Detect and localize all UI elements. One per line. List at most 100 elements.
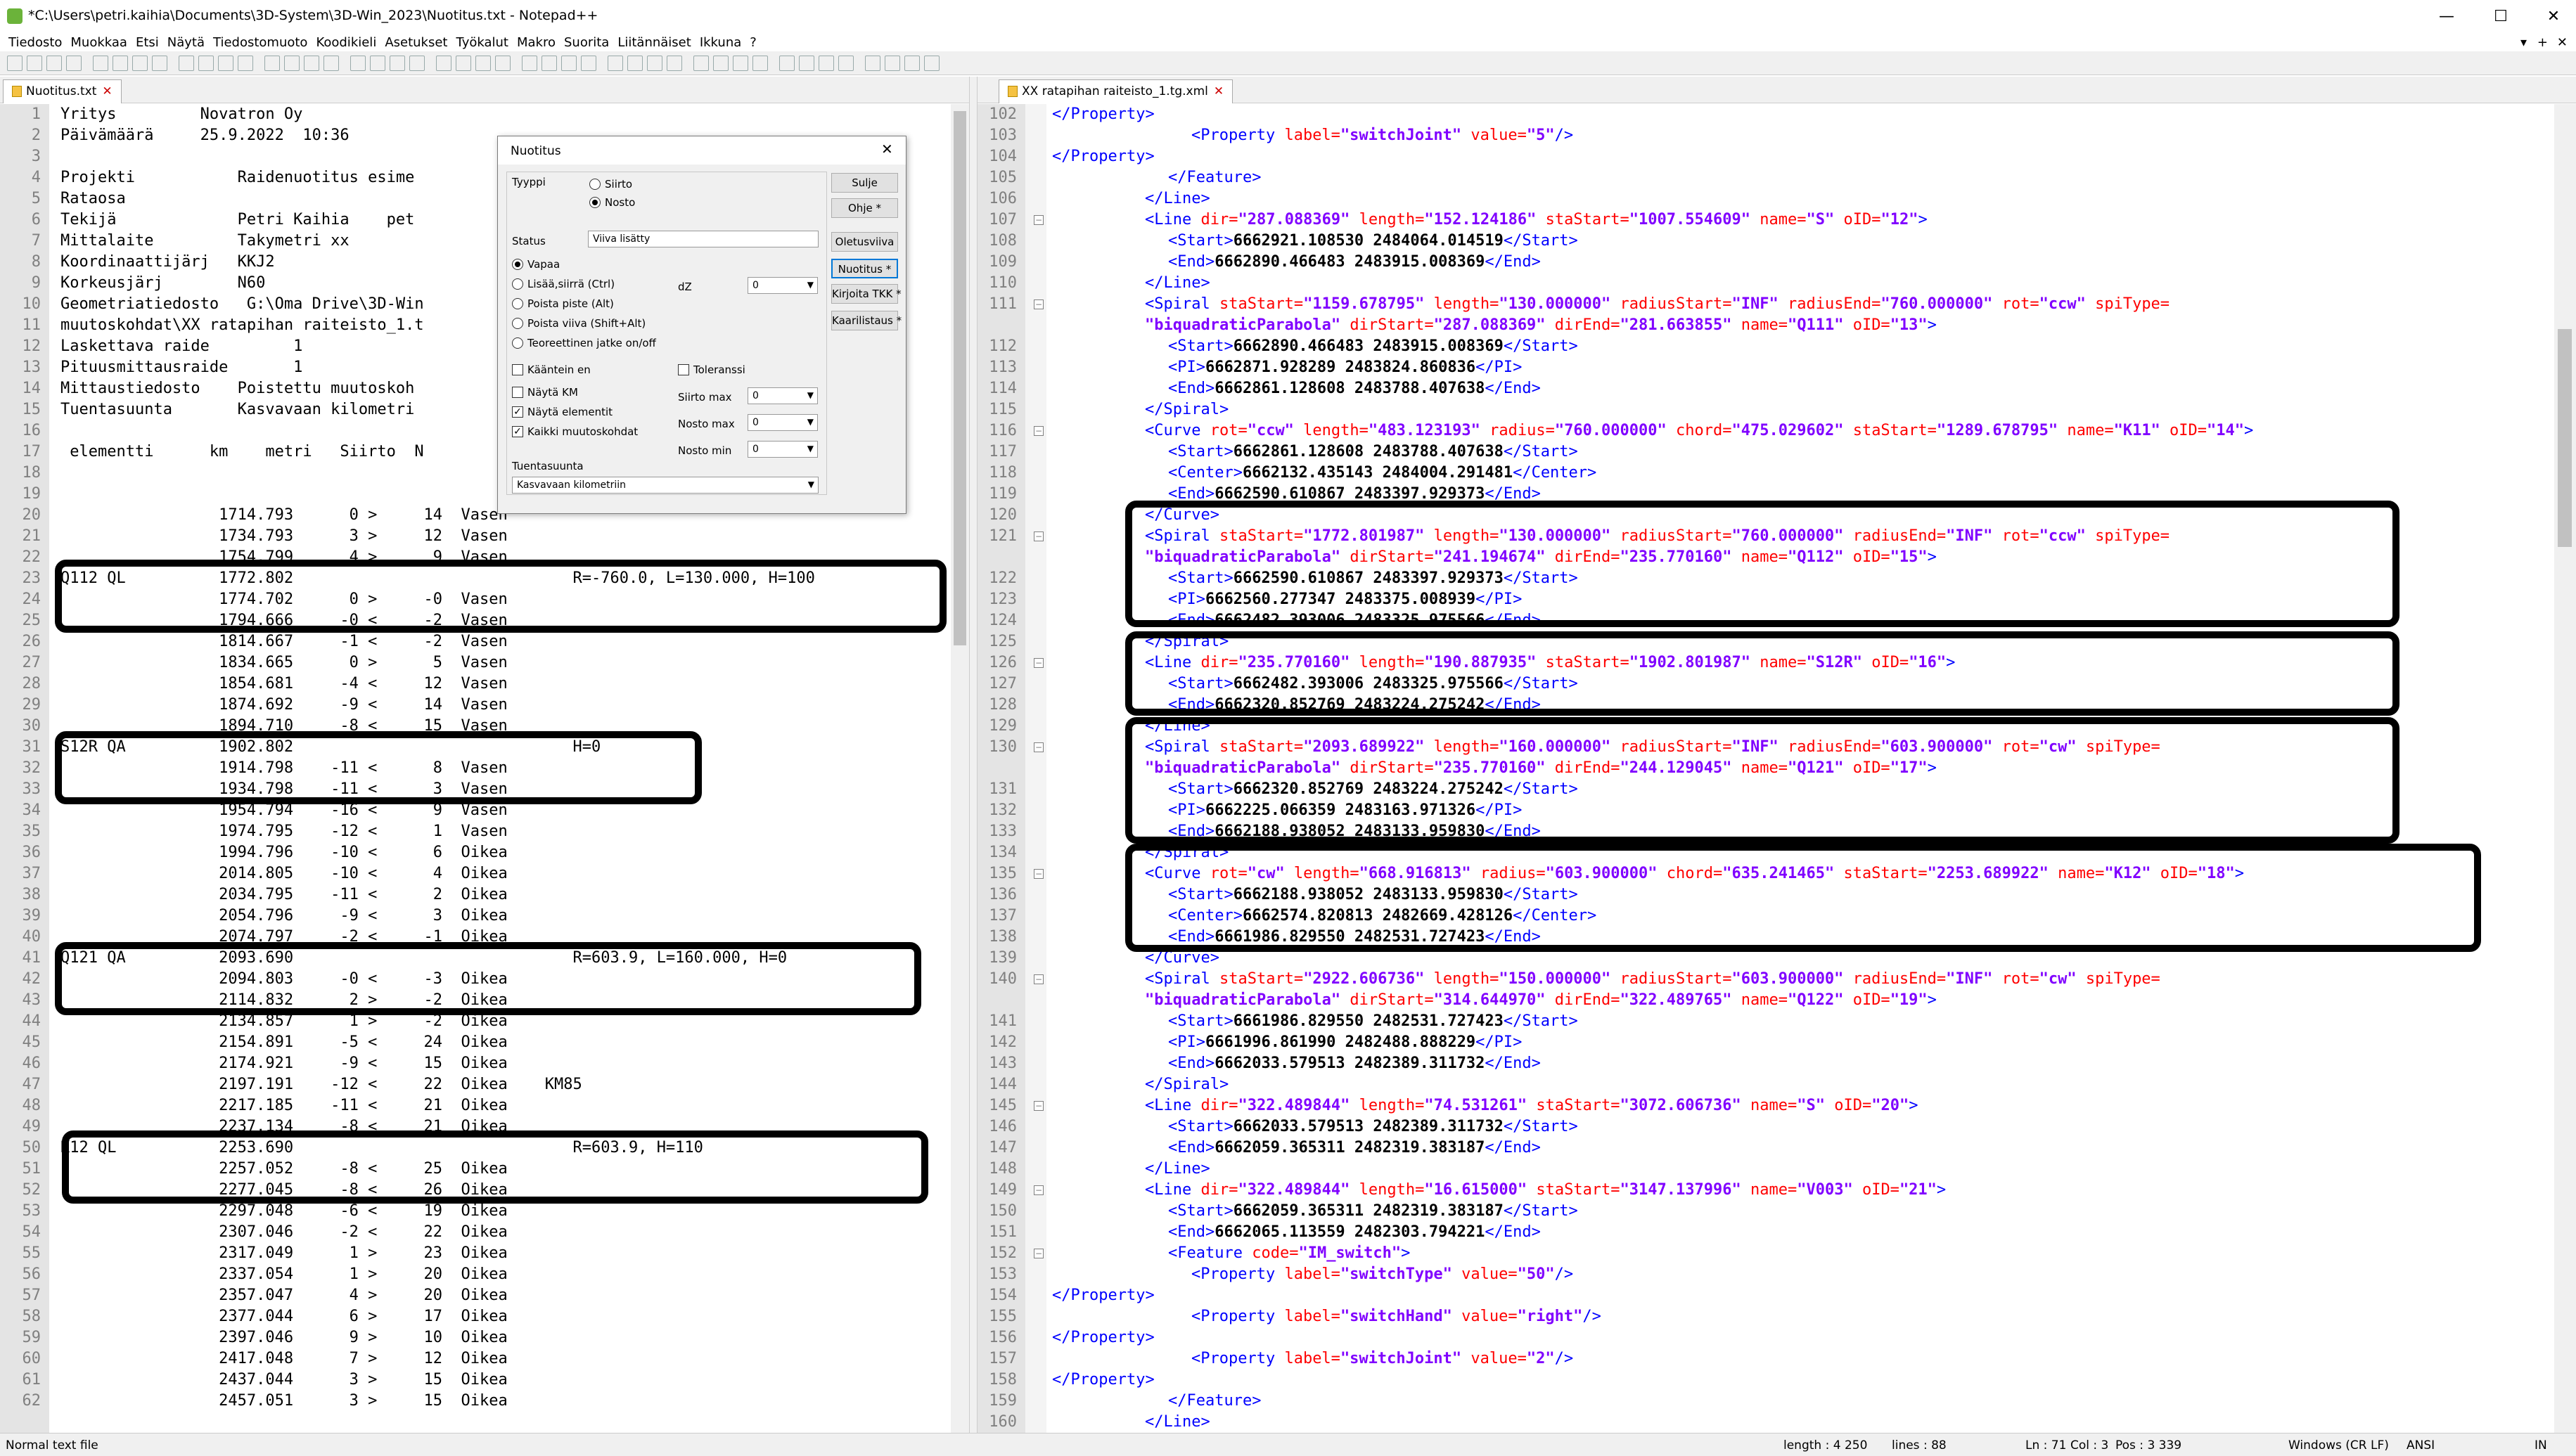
toolbar-button-icon[interactable] bbox=[904, 56, 920, 71]
toolbar-button-icon[interactable] bbox=[456, 56, 471, 71]
left-scrollbar-thumb[interactable] bbox=[954, 111, 966, 645]
nosto-max-select[interactable]: 0 ▼ bbox=[748, 414, 818, 431]
split-divider[interactable] bbox=[969, 77, 978, 1433]
toolbar-button-icon[interactable] bbox=[667, 56, 682, 71]
toolbar-button-icon[interactable] bbox=[495, 56, 511, 71]
checkbox-kaantein-en[interactable] bbox=[512, 364, 523, 375]
toolbar-button-icon[interactable] bbox=[66, 56, 82, 71]
toolbar-button-icon[interactable] bbox=[390, 56, 405, 71]
fold-toggle-icon[interactable]: − bbox=[1034, 974, 1044, 984]
kaarilistaus-button[interactable]: Kaarilistaus * bbox=[831, 311, 902, 330]
dz-select[interactable]: 0 ▼ bbox=[748, 277, 818, 294]
fold-toggle-icon[interactable]: − bbox=[1034, 658, 1044, 668]
toolbar-button-icon[interactable] bbox=[838, 56, 854, 71]
toolbar-button-icon[interactable] bbox=[752, 56, 768, 71]
menu-close-icon[interactable]: ✕ bbox=[2557, 35, 2568, 50]
toolbar-button-icon[interactable] bbox=[264, 56, 280, 71]
menu-new-tab-icon[interactable]: + bbox=[2537, 35, 2548, 50]
toolbar-button-icon[interactable] bbox=[113, 56, 128, 71]
fold-toggle-icon[interactable]: − bbox=[1034, 426, 1044, 436]
ohje-button[interactable]: Ohje * bbox=[831, 198, 898, 218]
toolbar-button-icon[interactable] bbox=[132, 56, 148, 71]
left-scrollbar[interactable] bbox=[951, 104, 969, 1433]
kirjoita-tkk-button[interactable]: Kirjoita TKK * bbox=[831, 284, 902, 304]
toolbar-button-icon[interactable] bbox=[409, 56, 425, 71]
status-field[interactable]: Viiva lisätty bbox=[588, 231, 819, 247]
toolbar-button-icon[interactable] bbox=[693, 56, 709, 71]
menu-ikkuna[interactable]: Ikkuna bbox=[700, 35, 741, 50]
menu-tyokalut[interactable]: Työkalut bbox=[456, 35, 508, 50]
checkbox-kaikki-muutoskohdat[interactable]: ✓ bbox=[512, 426, 523, 437]
fold-toggle-icon[interactable]: − bbox=[1034, 1101, 1044, 1111]
siirto-max-select[interactable]: 0 ▼ bbox=[748, 387, 818, 404]
sulje-button[interactable]: Sulje bbox=[831, 173, 898, 193]
toolbar-button-icon[interactable] bbox=[93, 56, 108, 71]
menu-help[interactable]: ? bbox=[750, 35, 757, 50]
fold-toggle-icon[interactable]: − bbox=[1034, 742, 1044, 752]
menu-pin-icon[interactable]: ▾ bbox=[2520, 35, 2527, 50]
nuotitus-button[interactable]: Nuotitus * bbox=[831, 259, 898, 278]
toolbar-button-icon[interactable] bbox=[581, 56, 596, 71]
menu-etsi[interactable]: Etsi bbox=[136, 35, 159, 50]
right-scrollbar[interactable] bbox=[2554, 104, 2576, 1433]
checkbox-nayta-km[interactable] bbox=[512, 387, 523, 398]
menu-makro[interactable]: Makro bbox=[517, 35, 556, 50]
toolbar-button-icon[interactable] bbox=[542, 56, 557, 71]
tab-nuotitus[interactable]: Nuotitus.txt ✕ bbox=[3, 79, 122, 103]
toolbar-button-icon[interactable] bbox=[627, 56, 643, 71]
toolbar-button-icon[interactable] bbox=[924, 56, 940, 71]
radio-siirto[interactable] bbox=[589, 179, 601, 190]
toolbar-button-icon[interactable] bbox=[46, 56, 62, 71]
toolbar-button-icon[interactable] bbox=[436, 56, 451, 71]
tab-xml[interactable]: XX ratapihan raiteisto_1.tg.xml ✕ bbox=[999, 79, 1233, 103]
fold-toggle-icon[interactable]: − bbox=[1034, 869, 1044, 879]
tuentasuunta-select[interactable]: Kasvavaan kilometriin ▼ bbox=[512, 477, 819, 494]
radio-lisaa[interactable] bbox=[512, 278, 523, 290]
toolbar-button-icon[interactable] bbox=[304, 56, 319, 71]
toolbar-button-icon[interactable] bbox=[819, 56, 834, 71]
oletusviiva-button[interactable]: Oletusviiva bbox=[831, 232, 898, 252]
toolbar-button-icon[interactable] bbox=[522, 56, 537, 71]
close-tab-icon[interactable]: ✕ bbox=[1214, 84, 1224, 98]
nosto-min-select[interactable]: 0 ▼ bbox=[748, 441, 818, 458]
toolbar-button-icon[interactable] bbox=[733, 56, 748, 71]
fold-toggle-icon[interactable]: − bbox=[1034, 1185, 1044, 1195]
toolbar-button-icon[interactable] bbox=[561, 56, 577, 71]
menu-koodikieli[interactable]: Koodikieli bbox=[316, 35, 376, 50]
radio-poista-viiva[interactable] bbox=[512, 318, 523, 329]
menu-asetukset[interactable]: Asetukset bbox=[385, 35, 447, 50]
fold-toggle-icon[interactable]: − bbox=[1034, 299, 1044, 309]
toolbar-button-icon[interactable] bbox=[179, 56, 194, 71]
toolbar-button-icon[interactable] bbox=[323, 56, 339, 71]
toolbar-button-icon[interactable] bbox=[608, 56, 623, 71]
toolbar-button-icon[interactable] bbox=[647, 56, 662, 71]
menu-tiedostomuoto[interactable]: Tiedostomuoto bbox=[213, 35, 307, 50]
fold-toggle-icon[interactable]: − bbox=[1034, 1249, 1044, 1258]
menu-liitannaiset[interactable]: Liitännäiset bbox=[617, 35, 691, 50]
toolbar-button-icon[interactable] bbox=[218, 56, 233, 71]
menu-muokkaa[interactable]: Muokkaa bbox=[70, 35, 127, 50]
radio-nosto[interactable] bbox=[589, 197, 601, 208]
toolbar-button-icon[interactable] bbox=[370, 56, 385, 71]
dialog-close-icon[interactable]: ✕ bbox=[881, 141, 893, 157]
toolbar-button-icon[interactable] bbox=[27, 56, 42, 71]
toolbar-button-icon[interactable] bbox=[198, 56, 214, 71]
menu-nayta[interactable]: Näytä bbox=[167, 35, 205, 50]
close-tab-icon[interactable]: ✕ bbox=[102, 84, 112, 98]
toolbar-button-icon[interactable] bbox=[713, 56, 729, 71]
fold-toggle-icon[interactable]: − bbox=[1034, 531, 1044, 541]
radio-teoreettinen[interactable] bbox=[512, 337, 523, 349]
checkbox-toleranssi[interactable] bbox=[678, 364, 689, 375]
toolbar-button-icon[interactable] bbox=[799, 56, 814, 71]
toolbar-button-icon[interactable] bbox=[475, 56, 491, 71]
radio-poista-piste[interactable] bbox=[512, 298, 523, 309]
toolbar-button-icon[interactable] bbox=[865, 56, 880, 71]
menu-tiedosto[interactable]: Tiedosto bbox=[8, 35, 62, 50]
right-scrollbar-thumb[interactable] bbox=[2558, 329, 2572, 547]
toolbar-button-icon[interactable] bbox=[7, 56, 23, 71]
toolbar-button-icon[interactable] bbox=[152, 56, 167, 71]
menu-suorita[interactable]: Suorita bbox=[564, 35, 609, 50]
toolbar-button-icon[interactable] bbox=[284, 56, 300, 71]
toolbar-button-icon[interactable] bbox=[238, 56, 253, 71]
fold-toggle-icon[interactable]: − bbox=[1034, 215, 1044, 225]
